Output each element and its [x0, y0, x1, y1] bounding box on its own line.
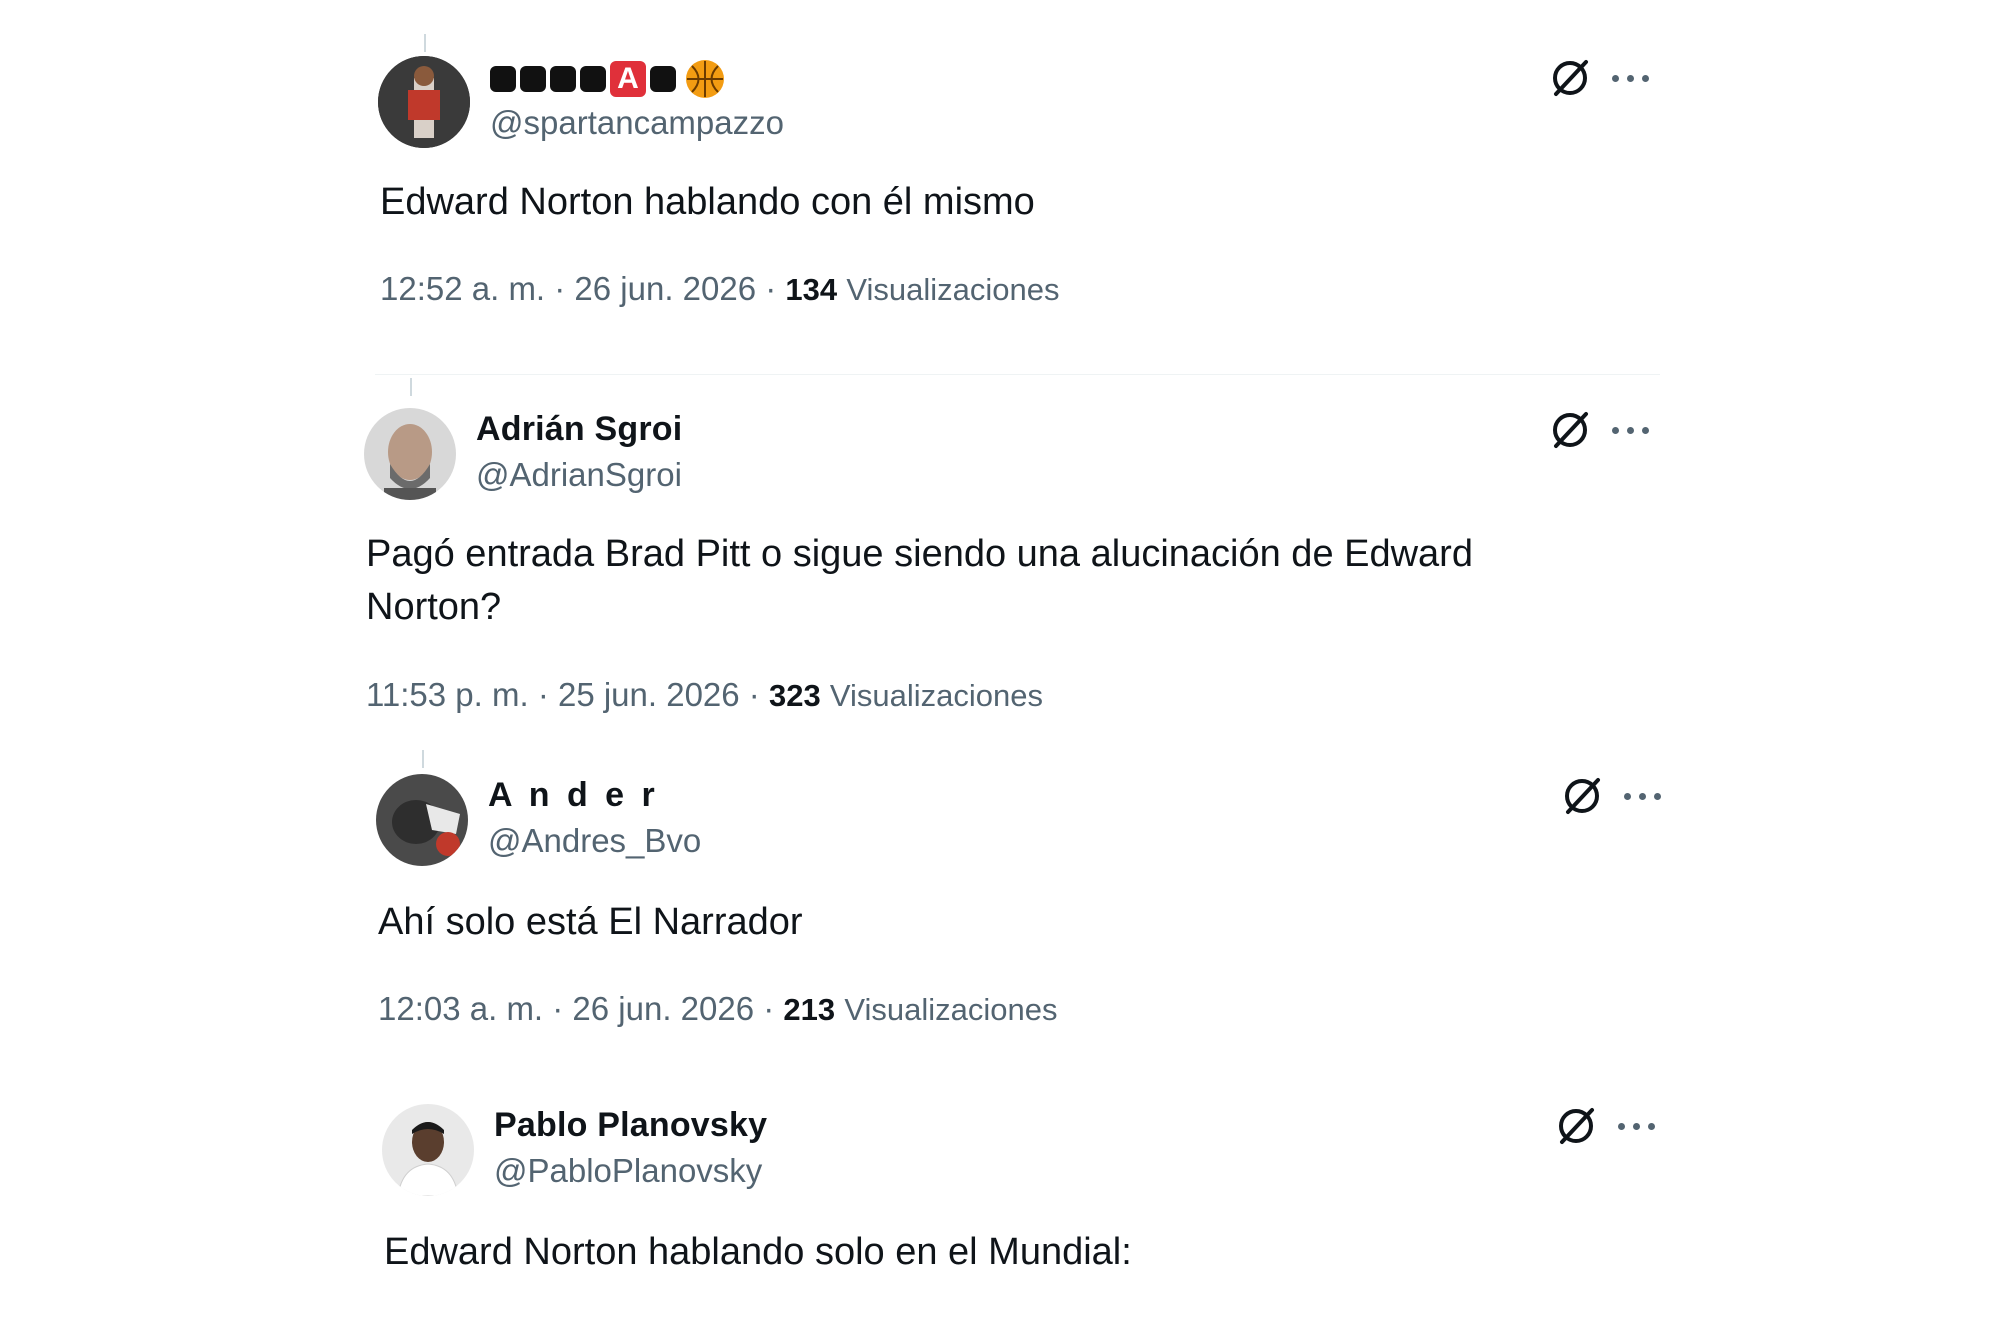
views-count: 134 — [785, 272, 838, 307]
views-count: 213 — [783, 992, 836, 1027]
more-options-icon[interactable] — [1624, 791, 1664, 803]
name-letter-badge — [580, 66, 606, 93]
more-options-icon[interactable] — [1612, 73, 1652, 85]
tweet-text: Pagó entrada Brad Pitt o sigue siendo un… — [366, 533, 1473, 628]
basketball-icon — [686, 60, 724, 99]
avatar[interactable] — [364, 408, 456, 500]
avatar[interactable] — [376, 774, 468, 866]
timestamp[interactable]: 12:03 a. m. · 26 jun. 2026 · — [378, 990, 783, 1027]
divider — [375, 374, 1660, 375]
tweet-meta: 12:52 a. m. · 26 jun. 2026 · 134 Visuali… — [380, 270, 1059, 308]
grok-icon[interactable] — [1548, 56, 1592, 100]
name-letter-badge — [550, 66, 576, 93]
views-label: Visualizaciones — [846, 272, 1060, 307]
tweet-text: Ahí solo está El Narrador — [378, 901, 803, 943]
views-label: Visualizaciones — [844, 992, 1058, 1027]
thread-line — [424, 34, 426, 52]
timestamp[interactable]: 11:53 p. m. · 25 jun. 2026 · — [366, 676, 769, 713]
views-label: Visualizaciones — [829, 678, 1043, 713]
display-name[interactable]: Pablo Planovsky — [494, 1106, 767, 1145]
grok-icon[interactable] — [1554, 1104, 1598, 1148]
views-count: 323 — [768, 678, 821, 713]
user-handle[interactable]: @AdrianSgroi — [476, 456, 682, 494]
grok-icon[interactable] — [1548, 408, 1592, 452]
more-options-icon[interactable] — [1612, 425, 1652, 437]
tweet-text: Edward Norton hablando con él mismo — [380, 181, 1035, 223]
display-name[interactable]: A — [490, 58, 724, 99]
name-letter-badge-red: A — [610, 61, 646, 98]
tweet-meta: 12:03 a. m. · 26 jun. 2026 · 213 Visuali… — [378, 990, 1057, 1028]
avatar[interactable] — [378, 56, 470, 148]
more-options-icon[interactable] — [1618, 1121, 1658, 1133]
user-handle[interactable]: @PabloPlanovsky — [494, 1152, 762, 1190]
display-name[interactable]: Adrián Sgroi — [476, 410, 682, 449]
thread-line — [422, 750, 424, 768]
timestamp[interactable]: 12:52 a. m. · 26 jun. 2026 · — [380, 270, 785, 307]
avatar[interactable] — [382, 1104, 474, 1196]
user-handle[interactable]: @Andres_Bvo — [488, 822, 701, 860]
name-letter-badge — [650, 66, 676, 93]
grok-icon[interactable] — [1560, 774, 1604, 818]
user-handle[interactable]: @spartancampazzo — [490, 104, 784, 142]
name-letter-badge — [490, 66, 516, 93]
display-name[interactable]: A n d e r — [488, 776, 659, 815]
tweet-meta: 11:53 p. m. · 25 jun. 2026 · 323 Visuali… — [366, 676, 1043, 714]
thread-line — [410, 378, 412, 396]
name-letter-badge — [520, 66, 546, 93]
tweet-text: Edward Norton hablando solo en el Mundia… — [384, 1231, 1132, 1273]
